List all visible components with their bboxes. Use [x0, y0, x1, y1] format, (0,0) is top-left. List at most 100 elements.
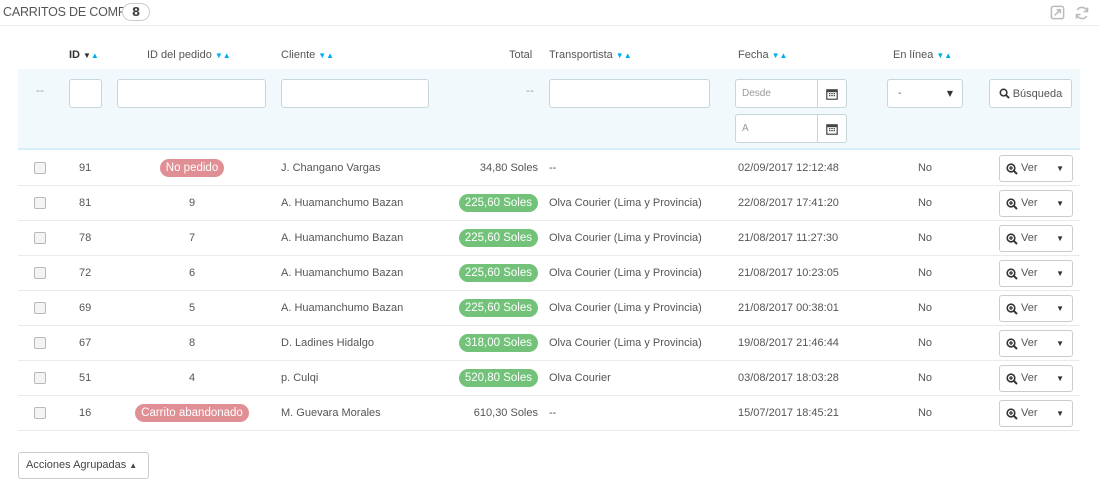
carrier-cell: -- — [549, 162, 557, 174]
row-checkbox[interactable] — [34, 162, 46, 174]
status-badge: No pedido — [159, 159, 225, 177]
online-cell: No — [917, 232, 933, 244]
table-row[interactable]: 81 9 A. Huamanchumo Bazan 225,60 Soles Olva … — [18, 186, 1080, 221]
zoom-in-icon — [1006, 267, 1018, 280]
search-button[interactable]: Búsqueda — [989, 79, 1072, 108]
date-cell: 21/08/2017 00:38:01 — [738, 302, 839, 314]
table-row[interactable]: 16 Carrito abandonado M. Guevara Morales 61… — [18, 396, 1080, 431]
caret-down-icon[interactable]: ▼ — [1056, 366, 1064, 391]
date-cell: 03/08/2017 18:03:28 — [738, 372, 839, 384]
order-id-filter-input[interactable] — [117, 79, 266, 108]
zoom-in-icon — [1006, 407, 1018, 420]
table-row[interactable]: 67 8 D. Ladines Hidalgo 318,00 Soles Olva Co… — [18, 326, 1080, 361]
zoom-in-icon — [1006, 197, 1018, 210]
order-id-cell: 4 — [188, 372, 196, 384]
customer-filter-input[interactable] — [281, 79, 429, 108]
row-checkbox[interactable] — [34, 267, 46, 279]
row-checkbox[interactable] — [34, 232, 46, 244]
view-button[interactable]: Ver ▼ — [999, 330, 1073, 357]
online-cell: No — [917, 407, 933, 419]
status-badge: 225,60 Soles — [458, 194, 538, 212]
panel-header: CARRITOS DE COMPRA 8 — [0, 0, 1100, 26]
status-badge: 225,60 Soles — [458, 229, 538, 247]
row-checkbox[interactable] — [34, 337, 46, 349]
total-cell: 225,60 Soles — [418, 221, 538, 256]
calendar-icon[interactable] — [818, 114, 847, 143]
online-cell: No — [917, 302, 933, 314]
cart-count-badge: 8 — [122, 3, 150, 21]
col-header-date[interactable]: Fecha ▼▲ — [738, 49, 787, 61]
refresh-icon[interactable] — [1073, 4, 1090, 21]
sort-icon[interactable]: ▼▲ — [936, 51, 952, 60]
status-badge: 225,60 Soles — [458, 264, 538, 282]
col-header-online[interactable]: En línea ▼▲ — [893, 49, 952, 61]
id-filter-input[interactable] — [69, 79, 102, 108]
online-filter-select[interactable]: - ▼ — [887, 79, 963, 108]
order-id-cell: 6 — [188, 267, 196, 279]
view-button[interactable]: Ver ▼ — [999, 190, 1073, 217]
zoom-in-icon — [1006, 232, 1018, 245]
col-header-id[interactable]: ID ▼▲ — [69, 49, 99, 61]
view-button[interactable]: Ver ▼ — [999, 400, 1073, 427]
col-header-total: Total — [509, 49, 533, 61]
sort-icon[interactable]: ▼▲ — [772, 51, 788, 60]
total-cell: 225,60 Soles — [418, 256, 538, 291]
order-id-cell: Carrito abandonado — [117, 396, 267, 431]
caret-down-icon[interactable]: ▼ — [1056, 226, 1064, 251]
view-button[interactable]: Ver ▼ — [999, 260, 1073, 287]
table-row[interactable]: 78 7 A. Huamanchumo Bazan 225,60 Soles Olva … — [18, 221, 1080, 256]
date-cell: 21/08/2017 11:27:30 — [738, 232, 839, 244]
date-cell: 15/07/2017 18:45:21 — [738, 407, 839, 419]
sort-icon[interactable]: ▼▲ — [83, 51, 99, 60]
caret-down-icon[interactable]: ▼ — [1056, 401, 1064, 426]
view-button[interactable]: Ver ▼ — [999, 155, 1073, 182]
carrier-cell: Olva Courier (Lima y Provincia) — [549, 197, 702, 209]
sort-icon[interactable]: ▼▲ — [215, 51, 231, 60]
row-checkbox[interactable] — [34, 197, 46, 209]
caret-down-icon[interactable]: ▼ — [1056, 156, 1064, 181]
total-cell: 318,00 Soles — [418, 326, 538, 361]
bulk-actions-button[interactable]: Acciones Agrupadas ▲ — [18, 452, 149, 479]
view-button[interactable]: Ver ▼ — [999, 365, 1073, 392]
caret-down-icon[interactable]: ▼ — [1056, 296, 1064, 321]
online-cell: No — [917, 372, 933, 384]
carrier-cell: Olva Courier (Lima y Provincia) — [549, 267, 702, 279]
col-header-customer[interactable]: Cliente ▼▲ — [281, 49, 334, 61]
caret-down-icon[interactable]: ▼ — [1056, 331, 1064, 356]
status-badge: Carrito abandonado — [135, 404, 249, 422]
view-button[interactable]: Ver ▼ — [999, 295, 1073, 322]
search-icon — [999, 88, 1010, 99]
date-to-input[interactable]: A — [735, 114, 818, 143]
col-header-carrier[interactable]: Transportista ▼▲ — [549, 49, 632, 61]
table-row[interactable]: 72 6 A. Huamanchumo Bazan 225,60 Soles Olva … — [18, 256, 1080, 291]
order-id-cell: 8 — [188, 337, 196, 349]
row-checkbox[interactable] — [34, 372, 46, 384]
calendar-icon[interactable] — [818, 79, 847, 108]
row-checkbox[interactable] — [34, 407, 46, 419]
total-cell: 34,80 Soles — [479, 162, 538, 174]
caret-down-icon[interactable]: ▼ — [1056, 261, 1064, 286]
carrier-filter-input[interactable] — [549, 79, 710, 108]
row-checkbox[interactable] — [34, 302, 46, 314]
cart-id-cell: 67 — [79, 337, 92, 349]
zoom-in-icon — [1006, 372, 1018, 385]
online-cell: No — [917, 267, 933, 279]
sort-icon[interactable]: ▼▲ — [318, 51, 334, 60]
export-icon[interactable] — [1049, 4, 1066, 21]
sort-icon[interactable]: ▼▲ — [616, 51, 632, 60]
online-cell: No — [917, 162, 933, 174]
table-row[interactable]: 51 4 p. Culqi 520,80 Soles Olva Courier 03/08… — [18, 361, 1080, 396]
view-button[interactable]: Ver ▼ — [999, 225, 1073, 252]
order-id-cell: No pedido — [117, 151, 267, 186]
caret-down-icon: ▼ — [946, 89, 953, 98]
caret-down-icon[interactable]: ▼ — [1056, 191, 1064, 216]
carrier-cell: Olva Courier — [549, 372, 611, 384]
table-row[interactable]: 69 5 A. Huamanchumo Bazan 225,60 Soles Olva … — [18, 291, 1080, 326]
online-cell: No — [917, 197, 933, 209]
cart-id-cell: 72 — [79, 267, 92, 279]
cart-id-cell: 78 — [79, 232, 92, 244]
date-from-input[interactable]: Desde — [735, 79, 818, 108]
table-row[interactable]: 91 No pedido J. Changano Vargas 34,80 Soles… — [18, 151, 1080, 186]
col-header-order-id[interactable]: ID del pedido ▼▲ — [147, 49, 231, 61]
date-cell: 19/08/2017 21:46:44 — [738, 337, 839, 349]
